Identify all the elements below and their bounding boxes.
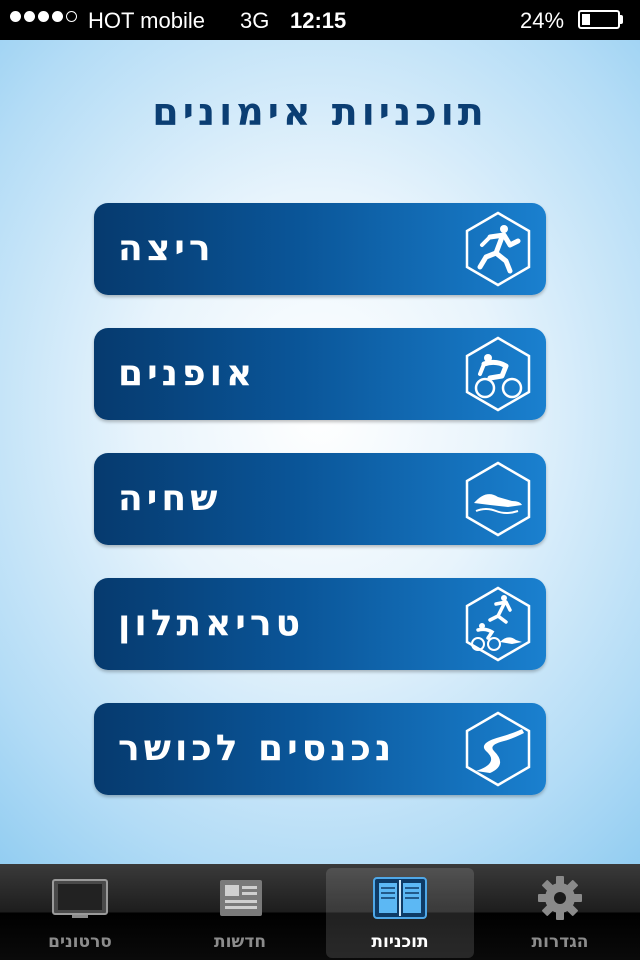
tv-icon — [50, 874, 110, 922]
running-icon — [460, 211, 536, 287]
main-content: תוכניות אימונים ריצה אופנים שחיה טריאתלו… — [0, 40, 640, 864]
menu-button-cycling[interactable]: אופנים — [94, 328, 546, 420]
tab-news[interactable]: חדשות — [160, 864, 320, 960]
menu-button-get-fit[interactable]: נכנסים לכושר — [94, 703, 546, 795]
battery-tip — [620, 15, 623, 24]
tab-label: סרטונים — [48, 932, 112, 952]
menu-button-label: טריאתלון — [118, 603, 305, 644]
newspaper-icon — [210, 874, 270, 922]
tab-programs[interactable]: תוכניות — [320, 864, 480, 960]
menu-button-label: ריצה — [118, 228, 215, 269]
menu-button-swimming[interactable]: שחיה — [94, 453, 546, 545]
menu-button-label: נכנסים לכושר — [118, 728, 396, 769]
gear-icon — [530, 874, 590, 922]
swimming-icon — [460, 461, 536, 537]
signal-strength-icon — [10, 11, 77, 22]
menu-button-running[interactable]: ריצה — [94, 203, 546, 295]
menu-button-triathlon[interactable]: טריאתלון — [94, 578, 546, 670]
tab-videos[interactable]: סרטונים — [0, 864, 160, 960]
triathlon-icon — [460, 586, 536, 662]
tab-label: חדשות — [213, 932, 266, 952]
tab-settings[interactable]: הגדרות — [480, 864, 640, 960]
menu-button-label: שחיה — [118, 478, 222, 519]
page-title: תוכניות אימונים — [152, 90, 488, 134]
battery-percent: 24% — [520, 8, 565, 33]
road-icon — [460, 711, 536, 787]
status-bar: HOT mobile 3G 12:15 24% — [0, 0, 640, 40]
carrier-name: HOT mobile — [88, 8, 205, 33]
battery-icon — [578, 10, 620, 29]
tab-bar: סרטונים חדשות תוכניות הגדרות — [0, 864, 640, 960]
cycling-icon — [460, 336, 536, 412]
book-icon — [370, 874, 430, 922]
menu-button-label: אופנים — [118, 353, 257, 394]
tab-label: תוכניות — [371, 932, 429, 952]
clock: 12:15 — [290, 8, 347, 33]
network-type: 3G — [240, 8, 270, 33]
tab-label: הגדרות — [531, 932, 589, 952]
